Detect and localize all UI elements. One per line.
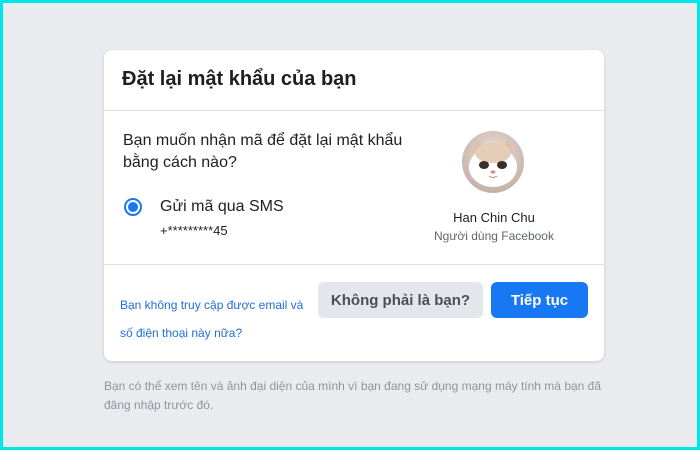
- dialog-title: Đặt lại mật khẩu của bạn: [122, 68, 357, 90]
- no-access-link[interactable]: Bạn không truy cập được email và số điện…: [120, 291, 315, 347]
- sms-option-label[interactable]: Gửi mã qua SMS: [160, 198, 284, 216]
- reset-method-question: Bạn muốn nhận mã để đặt lại mật khẩu bằn…: [123, 132, 403, 171]
- cat-avatar-icon: [462, 131, 524, 193]
- info-footnote: Bạn có thể xem tên và ảnh đại diện của m…: [104, 379, 602, 412]
- not-you-button[interactable]: Không phải là bạn?: [318, 282, 483, 318]
- reset-password-dialog: Đặt lại mật khẩu của bạn Bạn muốn nhận m…: [104, 50, 604, 361]
- user-name: Han Chin Chu: [453, 210, 535, 225]
- sms-radio-button[interactable]: [124, 198, 142, 216]
- footer-divider: [104, 264, 604, 265]
- dialog-header: Đặt lại mật khẩu của bạn: [104, 50, 604, 111]
- radio-selected-dot: [128, 202, 138, 212]
- window-frame: Đặt lại mật khẩu của bạn Bạn muốn nhận m…: [0, 0, 700, 450]
- user-subtitle: Người dùng Facebook: [434, 229, 554, 243]
- masked-phone-number: +*********45: [160, 223, 228, 238]
- continue-button[interactable]: Tiếp tục: [491, 282, 588, 318]
